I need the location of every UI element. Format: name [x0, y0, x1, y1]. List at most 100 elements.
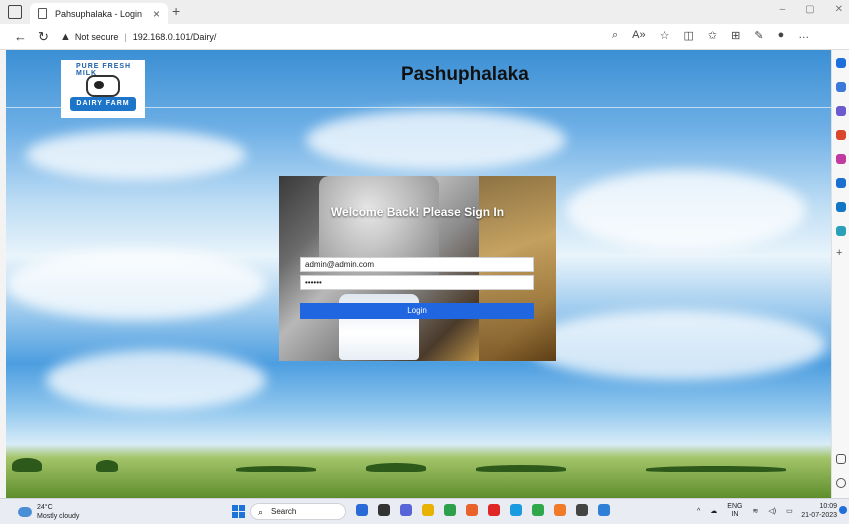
notepad-app-icon[interactable] [532, 504, 544, 516]
chat-app-icon[interactable] [400, 504, 412, 516]
xampp-app-icon[interactable] [554, 504, 566, 516]
settings-icon[interactable] [836, 478, 846, 488]
extensions-icon[interactable]: ✎ [754, 29, 763, 42]
task-view-icon[interactable] [378, 504, 390, 516]
favorite-star-icon[interactable]: ☆ [660, 29, 670, 42]
notification-badge-icon[interactable] [839, 506, 847, 514]
youtube-app-icon[interactable] [488, 504, 500, 516]
lang-top: ENG [727, 503, 743, 510]
site-title: Pashuphalaka [401, 64, 529, 85]
browser-sidebar: + [831, 50, 849, 498]
chevron-up-icon[interactable]: ^ [697, 508, 700, 515]
matlab-app-icon[interactable] [466, 504, 478, 516]
add-icon[interactable]: + [836, 248, 846, 259]
weather-temp: 24°C [37, 504, 53, 511]
page-icon [38, 8, 47, 19]
start-icon[interactable] [232, 505, 245, 518]
cow-icon [86, 75, 120, 97]
battery-icon[interactable]: ▭ [786, 507, 793, 515]
network-app-icon[interactable] [598, 504, 610, 516]
edge-app-icon[interactable] [444, 504, 456, 516]
close-window-button[interactable]: ✕ [835, 4, 843, 15]
dairy-farm-logo: PURE FRESH MILK DAIRY FARM [61, 60, 145, 118]
search-label: Search [271, 507, 297, 516]
cloud [46, 350, 266, 410]
tree [12, 458, 42, 472]
split-screen-icon[interactable]: ◫ [684, 29, 694, 42]
address-bar-row: ← ↻ ▲ Not secure | 192.168.0.101/Dairy/ … [0, 24, 849, 68]
refresh-icon[interactable]: ↻ [38, 29, 49, 45]
cloud [6, 250, 266, 320]
tag-icon[interactable] [836, 106, 846, 116]
favorites-icon[interactable]: ✩ [708, 29, 717, 42]
search-page-icon[interactable]: ⌕ [612, 29, 618, 42]
volume-icon[interactable]: ◁) [768, 507, 776, 515]
new-tab-button[interactable]: + [172, 3, 180, 19]
cloud [306, 110, 566, 170]
send-icon[interactable] [836, 226, 846, 236]
cloud [526, 310, 826, 380]
taskbar-apps [356, 504, 610, 516]
screen: Pahsuphalaka - Login × + – ▢ ✕ ← ↻ ▲ Not… [0, 0, 849, 524]
file-explorer-icon[interactable] [422, 504, 434, 516]
search-icon[interactable] [836, 82, 846, 92]
login-title: Welcome Back! Please Sign In [330, 205, 505, 219]
tab-title: Pahsuphalaka - Login [55, 8, 143, 19]
divider: | [124, 32, 127, 42]
tab-login[interactable]: Pahsuphalaka - Login × [30, 3, 168, 24]
logo-ribbon-text: DAIRY FARM [70, 97, 136, 111]
minimize-button[interactable]: – [780, 4, 786, 15]
read-aloud-icon[interactable]: A» [632, 29, 645, 42]
browser-toolbar: ⌕ A» ☆ ◫ ✩ ⊞ ✎ ● … [612, 29, 809, 42]
tree [646, 466, 786, 472]
sidebar-toggle-icon[interactable] [836, 454, 846, 464]
cloud [26, 130, 246, 180]
cloud-icon [18, 507, 32, 517]
tree-line [6, 458, 831, 472]
browser-tab-strip: Pahsuphalaka - Login × + – ▢ ✕ [0, 0, 849, 24]
tree [236, 466, 316, 472]
back-arrow-icon[interactable]: ← [14, 29, 27, 44]
system-tray: ^ ☁ ENG IN ≋ ◁) ▭ [697, 503, 793, 519]
url-text: 192.168.0.101/Dairy/ [132, 32, 217, 42]
email-field[interactable]: admin@admin.com [300, 257, 534, 272]
clock-time: 10:09 [819, 503, 837, 510]
tab-actions-icon[interactable] [8, 5, 22, 19]
terminal-app-icon[interactable] [576, 504, 588, 516]
search-icon: ⌕ [258, 507, 264, 517]
address-bar[interactable]: ▲ Not secure | 192.168.0.101/Dairy/ [60, 28, 680, 46]
clock[interactable]: 10:09 21-07-2023 [801, 502, 837, 520]
onedrive-icon[interactable]: ☁ [710, 507, 717, 515]
weather-widget[interactable]: 24°C Mostly cloudy [18, 503, 79, 521]
bing-app-icon[interactable] [356, 504, 368, 516]
browser-app-icon[interactable] [510, 504, 522, 516]
page-viewport: PURE FRESH MILK DAIRY FARM Pashuphalaka … [6, 50, 831, 498]
cloud [566, 170, 806, 250]
login-card: Welcome Back! Please Sign In admin@admin… [279, 176, 556, 361]
wifi-icon[interactable]: ≋ [752, 507, 758, 515]
maximize-button[interactable]: ▢ [805, 4, 814, 15]
briefcase-icon[interactable] [836, 130, 846, 140]
tree [366, 463, 426, 472]
language-indicator[interactable]: ENG IN [727, 503, 742, 519]
collections-icon[interactable]: ⊞ [731, 29, 740, 42]
warning-icon: ▲ [60, 31, 71, 43]
password-field[interactable]: •••••• [300, 275, 534, 290]
office-icon[interactable] [836, 178, 846, 188]
taskbar-search[interactable]: ⌕ Search [250, 503, 346, 520]
more-icon[interactable]: … [798, 29, 809, 42]
outlook-icon[interactable] [836, 202, 846, 212]
weather-desc: Mostly cloudy [37, 513, 80, 520]
lang-bottom: IN [731, 511, 739, 518]
tab-close-icon[interactable]: × [153, 7, 160, 21]
games-icon[interactable] [836, 154, 846, 164]
login-button[interactable]: Login [300, 303, 534, 319]
tree [96, 460, 118, 472]
profile-icon[interactable]: ● [778, 29, 785, 42]
notification-icon[interactable] [836, 58, 846, 68]
taskbar: 24°C Mostly cloudy ⌕ Search ^ ☁ ENG IN ≋… [0, 498, 849, 524]
tree [476, 465, 566, 472]
security-label: Not secure [74, 32, 119, 42]
clock-date: 21-07-2023 [801, 512, 837, 519]
window-controls: – ▢ ✕ [780, 4, 843, 15]
